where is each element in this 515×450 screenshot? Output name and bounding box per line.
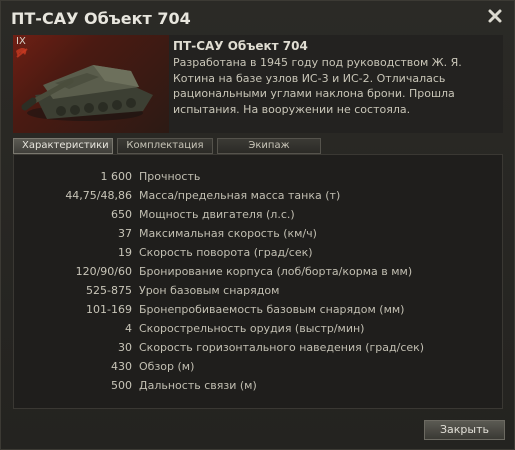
stat-row: 37 Максимальная скорость (км/ч) xyxy=(14,224,504,243)
stat-label: Скорострельность орудия (выстр/мин) xyxy=(139,322,365,335)
vehicle-description: Разработана в 1945 году под руководством… xyxy=(173,56,462,116)
vehicle-info-window: ПТ-САУ Объект 704 IX ПТ-САУ Объект 704 Р… xyxy=(0,0,515,450)
tier-label: IX xyxy=(16,36,26,47)
tab-bar: Характеристики Комплектация Экипаж xyxy=(13,138,321,154)
stat-value: 101-169 xyxy=(86,303,132,316)
stat-label: Бронирование корпуса (лоб/борта/корма в … xyxy=(139,265,413,278)
stat-value: 44,75/48,86 xyxy=(65,189,132,202)
stat-value: 500 xyxy=(111,379,132,392)
stat-label: Скорость поворота (град/сек) xyxy=(139,246,313,259)
stat-row: 430 Обзор (м) xyxy=(14,357,504,376)
vehicle-portrait: IX xyxy=(13,35,169,133)
stat-value: 1 600 xyxy=(100,170,133,183)
stat-label: Масса/предельная масса танка (т) xyxy=(139,189,341,202)
stat-label: Обзор (м) xyxy=(139,360,195,373)
stat-row: 101-169 Бронепробиваемость базовым снаря… xyxy=(14,300,504,319)
tab-equipment[interactable]: Комплектация xyxy=(117,138,213,154)
stat-row: 120/90/60 Бронирование корпуса (лоб/борт… xyxy=(14,262,504,281)
stat-value: 37 xyxy=(118,227,132,240)
stat-label: Мощность двигателя (л.с.) xyxy=(139,208,295,221)
stat-label: Бронепробиваемость базовым снарядом (мм) xyxy=(139,303,405,316)
stat-label: Прочность xyxy=(139,170,201,183)
stat-value: 650 xyxy=(111,208,132,221)
vehicle-header: IX ПТ-САУ Объект 704 Разработана в 1945 … xyxy=(13,35,503,133)
stat-value: 4 xyxy=(125,322,132,335)
stat-value: 525-875 xyxy=(86,284,132,297)
stat-label: Максимальная скорость (км/ч) xyxy=(139,227,317,240)
stat-value: 19 xyxy=(118,246,132,259)
stat-row: 500 Дальность связи (м) xyxy=(14,376,504,395)
stat-label: Дальность связи (м) xyxy=(139,379,257,392)
stat-label: Урон базовым снарядом xyxy=(139,284,280,297)
window-title: ПТ-САУ Объект 704 xyxy=(11,9,191,28)
stat-value: 120/90/60 xyxy=(75,265,132,278)
tab-characteristics[interactable]: Характеристики xyxy=(13,138,113,154)
close-button[interactable]: Закрыть xyxy=(424,420,505,440)
tab-crew[interactable]: Экипаж xyxy=(217,138,321,154)
stat-row: 4 Скорострельность орудия (выстр/мин) xyxy=(14,319,504,338)
stat-value: 30 xyxy=(118,341,132,354)
stat-row: 650 Мощность двигателя (л.с.) xyxy=(14,205,504,224)
stat-row: 30 Скорость горизонтального наведения (г… xyxy=(14,338,504,357)
stat-value: 430 xyxy=(111,360,132,373)
stat-row: 44,75/48,86 Масса/предельная масса танка… xyxy=(14,186,504,205)
stat-row: 1 600 Прочность xyxy=(14,167,504,186)
vehicle-name: ПТ-САУ Объект 704 xyxy=(173,39,308,53)
stat-row: 525-875 Урон базовым снарядом xyxy=(14,281,504,300)
close-icon[interactable] xyxy=(486,7,504,25)
stat-label: Скорость горизонтального наведения (град… xyxy=(139,341,425,354)
tank-image xyxy=(16,48,153,121)
stat-row: 19 Скорость поворота (град/сек) xyxy=(14,243,504,262)
stats-panel: 1 600 Прочность 44,75/48,86 Масса/предел… xyxy=(13,154,503,409)
